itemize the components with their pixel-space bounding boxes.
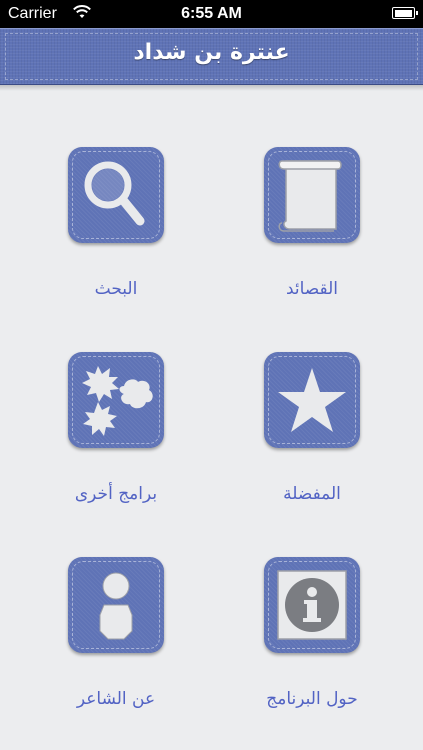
status-bar: Carrier 6:55 AM [0, 0, 423, 28]
tile[interactable] [68, 352, 164, 448]
scroll-icon [278, 160, 342, 232]
tile[interactable] [264, 352, 360, 448]
menu-label[interactable]: برامج أخرى [46, 484, 186, 504]
menu-label[interactable]: حول البرنامج [242, 689, 382, 709]
battery-icon [392, 7, 418, 19]
navigation-bar: عنترة بن شداد [0, 28, 423, 85]
tile[interactable] [68, 557, 164, 653]
menu-label[interactable]: البحث [46, 279, 186, 299]
tile[interactable] [264, 557, 360, 653]
menu-label[interactable]: المفضلة [242, 484, 382, 504]
tile[interactable] [68, 147, 164, 243]
info-icon [277, 570, 347, 640]
bursts-icon [82, 366, 153, 436]
page-title: عنترة بن شداد [133, 40, 290, 65]
tile[interactable] [264, 147, 360, 243]
star-icon [278, 368, 346, 432]
poet-icon [99, 572, 133, 640]
clock: 6:55 AM [181, 5, 242, 22]
search-icon [84, 161, 145, 226]
menu-label[interactable]: القصائد [242, 279, 382, 299]
menu-label[interactable]: عن الشاعر [46, 689, 186, 709]
